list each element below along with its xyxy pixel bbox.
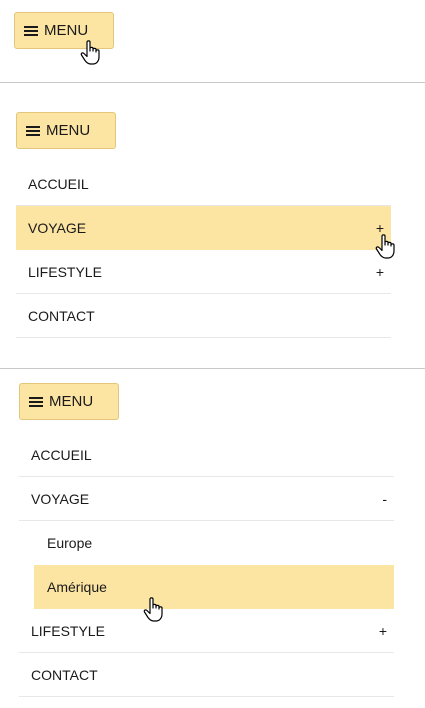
hamburger-icon (24, 24, 38, 38)
menu-button-label: MENU (46, 122, 91, 139)
submenu-item-label: Amérique (47, 579, 107, 595)
menu-item-accueil[interactable]: ACCUEIL (19, 433, 394, 477)
expand-toggle[interactable]: + (372, 264, 384, 280)
expand-toggle[interactable]: + (375, 623, 387, 639)
menu-item-lifestyle[interactable]: LIFESTYLE + (16, 250, 391, 294)
hand-cursor-icon (375, 234, 395, 259)
menu-item-voyage[interactable]: VOYAGE + (16, 206, 391, 250)
menu-item-contact[interactable]: CONTACT (19, 653, 394, 697)
menu-item-label: VOYAGE (31, 490, 90, 507)
submenu-item-label: Europe (47, 535, 93, 551)
menu-item-label: VOYAGE (28, 219, 87, 236)
menu-item-label: ACCUEIL (28, 175, 89, 192)
nav-menu: ACCUEIL VOYAGE + LIFESTYLE + CONTACT (16, 162, 391, 338)
menu-item-label: CONTACT (28, 307, 95, 324)
panel-expanded-submenu: MENU ACCUEIL VOYAGE - Europe Amérique LI… (0, 369, 425, 708)
menu-item-lifestyle[interactable]: LIFESTYLE + (19, 609, 394, 653)
menu-item-contact[interactable]: CONTACT (16, 294, 391, 338)
submenu-item-europe[interactable]: Europe (34, 521, 394, 565)
menu-button-label: MENU (49, 393, 94, 410)
menu-item-label: CONTACT (31, 666, 98, 683)
hand-cursor-icon (143, 597, 163, 622)
hamburger-icon (26, 124, 40, 138)
menu-button[interactable]: MENU (16, 112, 116, 149)
menu-item-label: LIFESTYLE (28, 263, 102, 280)
nav-menu: ACCUEIL VOYAGE - Europe Amérique LIFESTY… (19, 433, 394, 697)
menu-item-voyage[interactable]: VOYAGE - (19, 477, 394, 521)
menu-button[interactable]: MENU (19, 383, 119, 420)
menu-button-label: MENU (44, 22, 89, 39)
panel-collapsed-menu: MENU (0, 0, 425, 82)
menu-item-accueil[interactable]: ACCUEIL (16, 162, 391, 206)
panel-open-menu: MENU ACCUEIL VOYAGE + LIFESTYLE + CONTAC… (0, 83, 425, 368)
menu-item-label: ACCUEIL (31, 446, 92, 463)
hand-cursor-icon (80, 40, 100, 65)
menu-item-label: LIFESTYLE (31, 622, 105, 639)
submenu-item-amerique[interactable]: Amérique (34, 565, 394, 609)
collapse-toggle[interactable]: - (375, 491, 387, 507)
hamburger-icon (29, 395, 43, 409)
